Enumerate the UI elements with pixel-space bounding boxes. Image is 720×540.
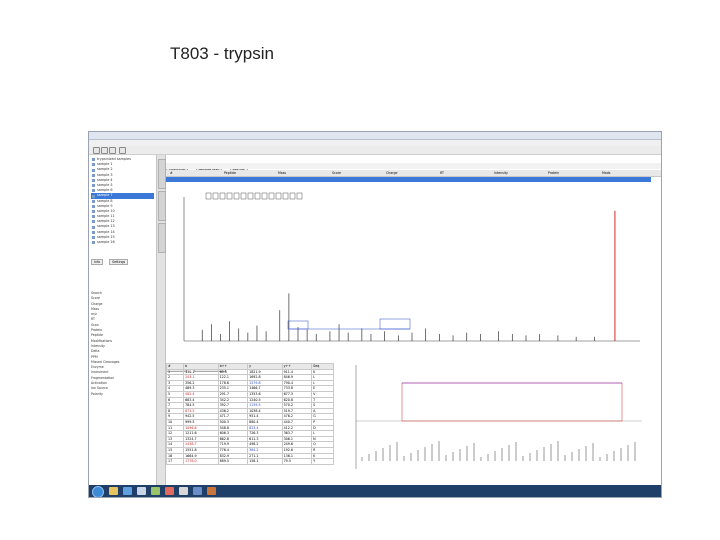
grid-column-header[interactable]: Mass [278,170,286,176]
toolbar [89,146,661,155]
sequence-box [212,192,219,200]
ion-table-row[interactable]: 17 1778.0 889.5 158.1 79.5 Y [165,458,334,465]
open-icon[interactable] [101,147,108,154]
window-controls[interactable] [641,133,659,148]
view-tabs: Spectrum Peptide Map Results [166,156,250,174]
property-label: Modifications [91,338,113,343]
ms2-spectrum [170,191,648,351]
vtab-1[interactable] [158,159,166,189]
selected-result-row[interactable] [166,177,651,182]
spectrum-plot [183,192,640,342]
sequence-box [261,192,268,200]
sequence-box [219,192,226,200]
grid-column-header[interactable]: Mods [602,170,610,176]
grid-column-header[interactable]: Peptide [224,170,236,176]
property-label: Peptide [91,333,103,338]
sequence-box [226,192,233,200]
grid-column-header[interactable]: # [170,170,173,176]
property-label: Mass [91,306,100,311]
tab-info[interactable]: Info [91,259,104,265]
vtab-3[interactable] [158,223,166,253]
app-icon-3[interactable] [165,487,174,495]
window-titlebar [89,132,661,148]
sequence-box [296,192,303,200]
property-label: RT [91,317,95,322]
app-icon-6[interactable] [207,487,216,495]
explorer-icon[interactable] [109,487,118,495]
property-label: Missed Cleavages [91,359,120,364]
ion-cell: 17 [165,458,185,465]
project-panel: trypsinized samples sample 1 sample 2 sampl… [89,155,157,485]
sequence-annotation [205,192,303,200]
new-icon[interactable] [93,147,100,154]
browser-icon[interactable] [123,487,132,495]
property-label: Instrument [91,370,109,375]
save-icon[interactable] [109,147,116,154]
property-label: Enzyme [91,365,104,370]
vertical-tab-strip [157,155,166,485]
app-icon-1[interactable] [137,487,146,495]
fragment-ion-table: # b b++ y y++ Seq 1 130.1 65.5 1821.9 911.4 K 2 243.1… [165,363,334,465]
sequence-box [282,192,289,200]
bottom-tabs: Ion Table Chromatogram [166,354,228,372]
sample-tree: trypsinized samples sample 1 sample 2 sampl… [91,157,154,245]
app-icon-2[interactable] [151,487,160,495]
grid-column-header[interactable]: Score [332,170,341,176]
sequence-box [205,192,212,200]
spectrum-peaks [201,210,616,341]
ion-cell: 158.1 [247,458,283,465]
start-button-icon[interactable] [92,486,104,497]
ion-cell: 79.5 [281,458,313,465]
property-label: Score [91,296,100,301]
filter-bar[interactable] [166,163,661,169]
application-screenshot: File Tools Window Help trypsinized sampl… [88,131,662,498]
app-icon-5[interactable] [193,487,202,495]
property-label: Scan [91,322,99,327]
app-icon-4[interactable] [179,487,188,495]
ion-label-box-2 [379,318,411,330]
chrom-trace-box [401,382,623,422]
sequence-box [254,192,261,200]
slide-title: T803 - trypsin [170,44,274,63]
ion-cell: Y [311,458,334,465]
main-area: Spectrum Peptide Map Results # Peptide Mas… [165,155,661,485]
panel-tabs: Info Settings [91,248,129,265]
property-label: Charge [91,301,103,306]
sequence-box [247,192,254,200]
chromatogram-plot [355,365,642,469]
grid-column-header[interactable]: Charge [386,170,397,176]
property-label: Activation [91,381,107,386]
property-label: Ion Source [91,386,108,391]
property-label: m/z [91,312,97,317]
vtab-2[interactable] [158,191,166,221]
property-label: Intensity [91,343,105,348]
results-grid-header: # Peptide Mass Score Charge RT Intensity Protei… [166,170,661,177]
chromatogram-peaks [361,441,636,461]
sequence-box [275,192,282,200]
grid-column-header[interactable]: Intensity [494,170,508,176]
sequence-box [289,192,296,200]
refresh-icon[interactable] [119,147,126,154]
grid-column-header[interactable]: Protein [548,170,559,176]
spectrum-info-line [166,184,661,190]
tab-settings[interactable]: Settings [109,259,129,265]
sequence-box [240,192,247,200]
chromatogram-panel [342,361,660,473]
grid-column-header[interactable]: RT [440,170,444,176]
ion-cell: 889.5 [217,458,249,465]
sequence-box [233,192,240,200]
property-label: Fragmentation [91,375,115,380]
ion-cell: 1778.0 [183,458,219,465]
property-label: PPM [91,354,98,359]
windows-taskbar [89,485,661,497]
property-label: Search [91,291,102,295]
property-row: Polarity [91,392,154,397]
properties-table: Search Score Charge Mass m/z RT Scan Protein Pep… [91,291,154,397]
tree-item[interactable]: sample 16 [91,240,154,245]
property-label: Protein [91,328,103,333]
property-label: Delta [91,349,100,354]
sequence-box [268,192,275,200]
property-label: Polarity [91,391,103,396]
